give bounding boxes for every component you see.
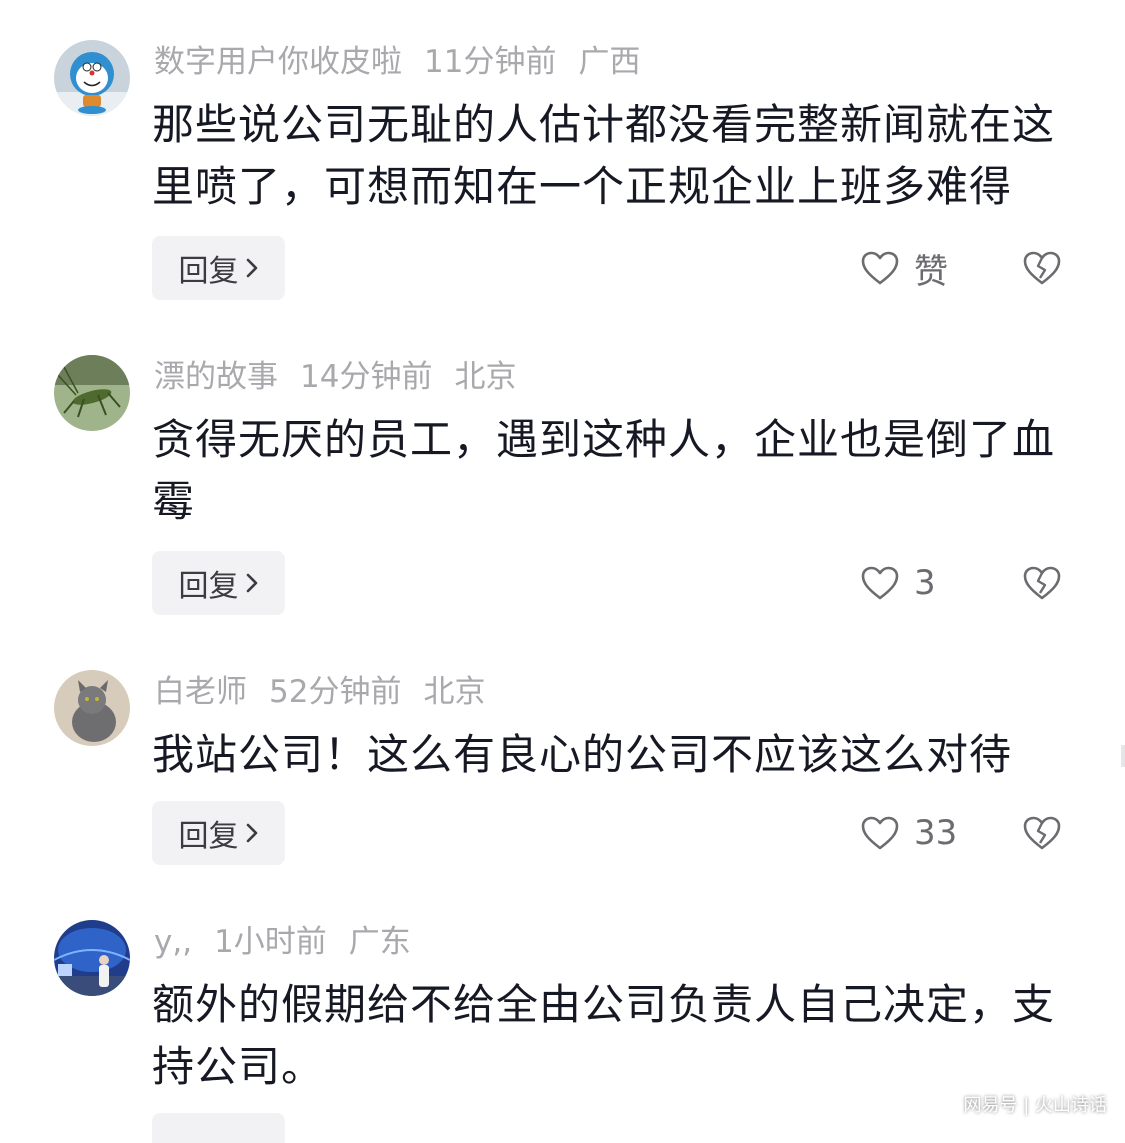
- heart-icon: [860, 250, 900, 286]
- like-count: 赞: [914, 251, 948, 292]
- comment-meta: 白老师 52分钟前 北京: [154, 672, 507, 712]
- watermark: 网易号 | 火山诗话: [963, 1095, 1107, 1116]
- comment-text: 额外的假期给不给全由公司负责人自己决定，支持公司。: [152, 980, 1056, 1091]
- dislike-button[interactable]: [1022, 551, 1062, 615]
- like-count: 33: [914, 813, 958, 853]
- comment-meta: y,, 1小时前 广东: [154, 922, 433, 962]
- user-avatar[interactable]: [54, 670, 130, 746]
- doraemon-avatar-icon: [54, 40, 130, 116]
- chevron-right-icon: [245, 257, 259, 279]
- user-avatar[interactable]: [54, 40, 130, 116]
- comment-time: 1小时前: [214, 924, 327, 960]
- comment-text: 贪得无厌的员工，遇到这种人，企业也是倒了血霉: [152, 415, 1056, 526]
- user-avatar[interactable]: [54, 920, 130, 996]
- comment-location: 广西: [578, 44, 641, 80]
- comment-location: 北京: [454, 359, 517, 395]
- like-button[interactable]: 3: [860, 551, 936, 615]
- chevron-right-icon: [245, 822, 259, 844]
- heart-icon: [860, 815, 900, 851]
- like-count: 3: [914, 563, 936, 603]
- reply-button[interactable]: [152, 1113, 285, 1143]
- dislike-button[interactable]: [1022, 801, 1062, 865]
- user-avatar[interactable]: [54, 355, 130, 431]
- heart-icon: [860, 565, 900, 601]
- comment-text: 那些说公司无耻的人估计都没看完整新闻就在这里喷了，可想而知在一个正规企业上班多难…: [152, 100, 1056, 211]
- reply-label: 回复: [178, 819, 239, 854]
- person-avatar-icon: [54, 920, 130, 996]
- comment-location: 广东: [348, 924, 411, 960]
- username[interactable]: 数字用户你收皮啦: [154, 44, 402, 80]
- comment-text: 我站公司！这么有良心的公司不应该这么对待: [152, 730, 1013, 779]
- reply-button[interactable]: 回复: [152, 801, 285, 865]
- comment-location: 北京: [423, 674, 486, 710]
- comment-meta: 数字用户你收皮啦 11分钟前 广西: [154, 42, 662, 82]
- comment-time: 52分钟前: [269, 674, 402, 710]
- broken-heart-icon: [1022, 250, 1062, 286]
- comment-meta: 漂的故事 14分钟前 北京: [154, 357, 538, 397]
- comment-time: 14分钟前: [300, 359, 433, 395]
- scroll-indicator: [1121, 745, 1125, 767]
- reply-label: 回复: [178, 254, 239, 289]
- broken-heart-icon: [1022, 815, 1062, 851]
- comment-time: 11分钟前: [424, 44, 557, 80]
- reply-button[interactable]: 回复: [152, 551, 285, 615]
- reply-button[interactable]: 回复: [152, 236, 285, 300]
- dislike-button[interactable]: [1022, 236, 1062, 300]
- username[interactable]: y,,: [154, 924, 192, 960]
- username[interactable]: 漂的故事: [154, 359, 278, 395]
- grasshopper-avatar-icon: [54, 355, 130, 431]
- like-button[interactable]: 33: [860, 801, 957, 865]
- reply-label: 回复: [178, 569, 239, 604]
- username[interactable]: 白老师: [154, 674, 247, 710]
- cat-avatar-icon: [54, 670, 130, 746]
- like-button[interactable]: 赞: [860, 236, 948, 300]
- chevron-right-icon: [245, 572, 259, 594]
- broken-heart-icon: [1022, 565, 1062, 601]
